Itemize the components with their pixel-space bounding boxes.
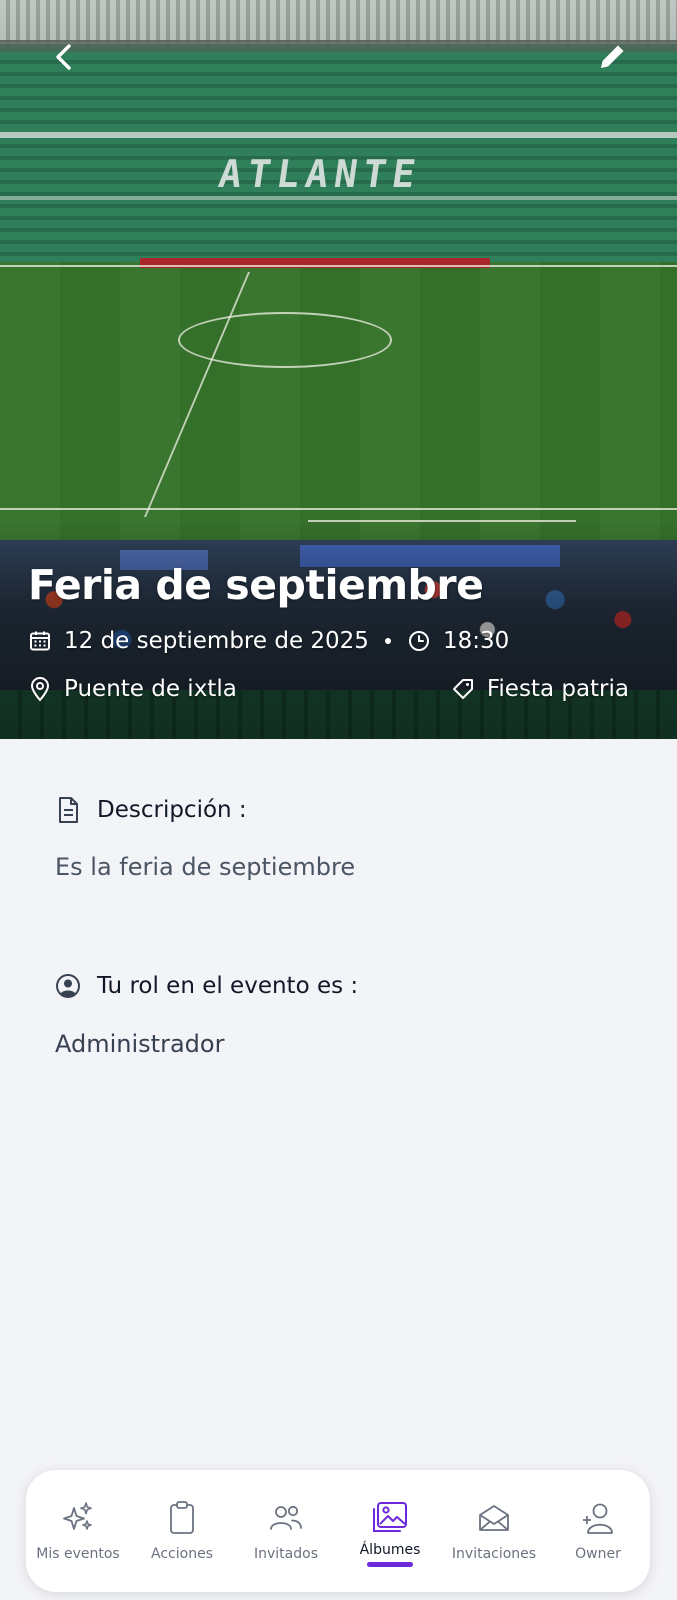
cover-stands-divider	[0, 132, 677, 138]
nav-label: Invitaciones	[451, 1546, 537, 1562]
event-time: 18:30	[442, 628, 510, 654]
tag-icon	[452, 679, 473, 699]
nav-label: Acciones	[151, 1546, 213, 1562]
description-heading: Descripción :	[55, 796, 247, 824]
edit-button[interactable]	[588, 33, 636, 81]
description-label: Descripción :	[97, 797, 247, 823]
nav-label: Mis eventos	[36, 1546, 120, 1562]
pitch-center-circle	[178, 312, 392, 368]
nav-label: Álbumes	[359, 1542, 421, 1558]
calendar-icon	[30, 631, 50, 651]
event-datetime: 12 de septiembre de 2025 18:30	[28, 628, 509, 654]
nav-item-acciones[interactable]: Acciones	[130, 1470, 234, 1592]
map-pin-icon	[30, 677, 50, 702]
nav-label: Invitados	[254, 1546, 318, 1562]
event-place: Puente de ixtla	[64, 676, 237, 702]
chevron-left-icon	[56, 44, 71, 70]
pitch-line	[0, 265, 677, 267]
pitch-line	[0, 508, 677, 510]
pencil-icon	[601, 45, 624, 68]
cover-roof	[0, 0, 677, 44]
role-heading: Tu rol en el evento es :	[55, 973, 358, 999]
nav-item-mis-eventos[interactable]: Mis eventos	[26, 1470, 130, 1592]
user-plus-icon	[583, 1503, 613, 1534]
envelope-open-icon	[479, 1505, 509, 1531]
clipboard-icon	[170, 1501, 194, 1534]
cover-roof-shadow	[0, 40, 677, 54]
document-icon	[59, 797, 78, 823]
event-title: Feria de septiembre	[28, 561, 484, 609]
event-location: Puente de ixtla	[28, 676, 237, 702]
images-icon	[373, 1502, 407, 1532]
description-text: Es la feria de septiembre	[55, 853, 356, 881]
nav-item-albumes[interactable]: Álbumes	[338, 1470, 442, 1592]
event-date: 12 de septiembre de 2025	[64, 628, 369, 654]
role-value: Administrador	[55, 1030, 225, 1058]
nav-item-invitaciones[interactable]: Invitaciones	[442, 1470, 546, 1592]
clock-icon	[408, 631, 429, 651]
cover-stands-divider	[0, 196, 677, 200]
nav-label: Owner	[575, 1546, 621, 1562]
sparkles-icon	[63, 1502, 92, 1530]
role-label: Tu rol en el evento es :	[97, 973, 359, 999]
nav-item-owner[interactable]: Owner	[546, 1470, 650, 1592]
event-category: Fiesta patria	[451, 676, 629, 702]
cover-pitch	[0, 262, 677, 547]
cover-stadium-lettering: ATLANTE	[215, 152, 425, 196]
users-icon	[270, 1505, 302, 1530]
separator-dot	[384, 638, 391, 644]
nav-item-invitados[interactable]: Invitados	[234, 1470, 338, 1592]
bottom-navigation: Mis eventos Acciones Invitados Álbumes I…	[26, 1470, 650, 1592]
back-button[interactable]	[40, 33, 88, 81]
user-circle-icon	[56, 974, 80, 998]
active-indicator	[367, 1562, 413, 1567]
event-category-label: Fiesta patria	[486, 676, 629, 702]
